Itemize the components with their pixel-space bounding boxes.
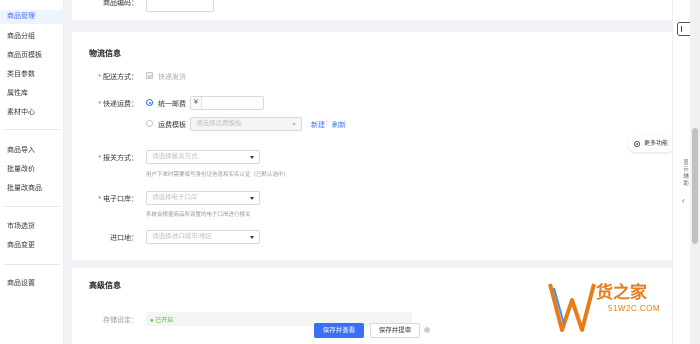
page-scrollbar[interactable] (690, 0, 700, 344)
more-features-button[interactable]: 更多功能 (628, 136, 676, 152)
fee-template-label: 运费模板 (158, 122, 186, 129)
sidebar-item-category-params[interactable]: 类目参数 (0, 68, 64, 82)
customs-mode-placeholder: 请选择报关方式 (152, 153, 198, 160)
required-mark: * (98, 74, 101, 81)
delivery-label-text: 配送方式： (103, 74, 138, 81)
customs-mode-label: * 报关方式： (72, 153, 138, 163)
currency-prefix: ¥ (191, 97, 202, 109)
customs-mode-select[interactable]: 请选择报关方式 (146, 150, 260, 164)
sidebar-item-market-picks[interactable]: 市场选货 (0, 220, 64, 234)
link-separator: | (326, 120, 328, 127)
sidebar-item-product-management[interactable]: 商品管理 (0, 10, 64, 24)
storage-status-tag: ● 已开启 (150, 318, 174, 324)
logistics-title: 物流信息 (89, 49, 121, 58)
import-port-select[interactable]: 请选择进口城市/地区 (146, 230, 260, 244)
sidebar-item-product-settings[interactable]: 商品设置 (0, 277, 64, 291)
w-logo-icon (548, 283, 596, 332)
required-mark: * (98, 101, 101, 108)
gear-icon (633, 140, 641, 148)
shipping-fee-label: * 快递运费： (72, 99, 138, 109)
advanced-title: 高级信息 (89, 281, 121, 290)
chevron-down-icon (250, 197, 254, 200)
fee-template-select[interactable]: 请选择运费模板 (190, 117, 302, 131)
delivery-label: * 配送方式： (72, 72, 138, 82)
sidebar-item-asset-center[interactable]: 素材中心 (0, 106, 64, 120)
logistics-card: 物流信息 * 配送方式： 快递发货 * 快递运费： 统一邮费 ¥ 运费模板 请选择运… (72, 32, 672, 260)
e-port-placeholder: 请选择电子口岸 (152, 194, 198, 201)
storage-label: 存储设定： (103, 317, 138, 324)
more-features-label: 更多功能 (644, 141, 669, 147)
fee-template-placeholder: 请选择运费模板 (196, 120, 242, 127)
chevron-left-icon[interactable]: ‹ (682, 196, 685, 205)
customs-mode-hint: 用户下单时需要填写身份证信息和实名认证（已默认选中） (146, 172, 290, 178)
sidebar-divider (4, 129, 60, 130)
unified-fee-radio[interactable] (146, 99, 153, 106)
save-and-submit-button[interactable]: 保存并提审 (370, 323, 420, 338)
left-sidebar: 商品管理 商品分组 商品页模板 类目参数 属性库 素材中心 商品导入 批量改价 … (0, 0, 64, 344)
e-port-label: * 电子口岸： (72, 194, 138, 204)
sidebar-divider (4, 206, 60, 207)
new-template-link[interactable]: 新建 (311, 120, 325, 130)
e-port-hint: 系统会根据商品所设置的电子口岸进行报关 (146, 212, 251, 218)
bracket-left (681, 26, 684, 32)
express-delivery-label: 快递发货 (158, 74, 186, 81)
import-port-placeholder: 请选择进口城市/地区 (152, 233, 213, 240)
watermark-url: 51W2C.COM (608, 304, 661, 313)
product-code-label: 商品编码： (103, 0, 138, 7)
shipping-fee-label-text: 快递运费： (103, 101, 138, 108)
rail-vertical-label[interactable]: 显示辅助 (682, 160, 690, 188)
watermark-brand: 货之家 (596, 283, 647, 303)
chevron-down-icon (250, 156, 254, 159)
footer-action-bar: 保存并查看 保存并提审 (300, 319, 432, 343)
sidebar-item-page-templates[interactable]: 商品页模板 (0, 49, 64, 63)
sidebar-divider (4, 264, 60, 265)
product-code-input[interactable] (146, 0, 214, 12)
sidebar-item-bulk-price[interactable]: 批量改价 (0, 163, 64, 177)
help-icon[interactable] (424, 327, 430, 333)
e-port-select[interactable]: 请选择电子口岸 (146, 191, 260, 205)
basic-info-card: 商品编码： (72, 0, 672, 20)
unified-fee-input[interactable]: ¥ (190, 96, 264, 110)
e-port-label-text: 电子口岸： (103, 196, 138, 203)
sidebar-item-product-changes[interactable]: 商品变更 (0, 239, 64, 253)
required-mark: * (98, 155, 101, 162)
import-port-label-text: 进口地： (110, 235, 138, 242)
sidebar-item-bulk-edit[interactable]: 批量改商品 (0, 182, 64, 196)
chevron-down-icon (250, 236, 254, 239)
scrollbar-thumb[interactable] (692, 128, 698, 244)
customs-mode-label-text: 报关方式： (103, 155, 138, 162)
sidebar-item-attribute-library[interactable]: 属性库 (0, 87, 64, 101)
save-and-view-button[interactable]: 保存并查看 (314, 323, 364, 338)
sidebar-item-product-groups[interactable]: 商品分组 (0, 30, 64, 44)
refresh-template-link[interactable]: 刷新 (332, 120, 346, 130)
sidebar-item-product-import[interactable]: 商品导入 (0, 144, 64, 158)
unified-fee-label: 统一邮费 (158, 101, 186, 108)
express-delivery-checkbox[interactable] (146, 72, 153, 79)
required-mark: * (98, 196, 101, 203)
watermark-logo: 货之家 51W2C.COM (548, 272, 688, 340)
chevron-down-icon (292, 123, 296, 126)
fee-template-radio[interactable] (146, 120, 153, 127)
import-port-label: 进口地： (72, 233, 138, 243)
